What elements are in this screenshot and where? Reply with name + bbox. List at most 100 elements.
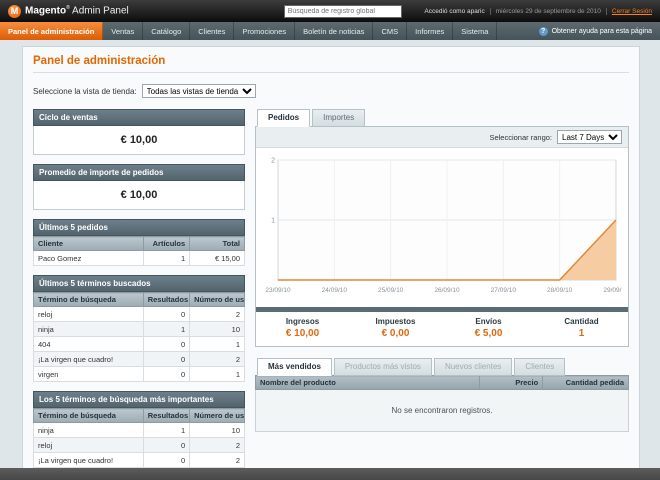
global-search-input[interactable] bbox=[283, 4, 402, 18]
cell-resultados: 1 bbox=[142, 321, 191, 337]
table-row[interactable]: ninja 1 10 bbox=[33, 422, 245, 438]
totals-bar: Ingresos € 10,00 Impuestos € 0,00 Envíos… bbox=[256, 307, 628, 346]
table-row[interactable]: ninja 1 10 bbox=[33, 321, 245, 337]
lifetime-sales-box: Ciclo de ventas € 10,00 bbox=[33, 109, 245, 155]
cell-cliente: Paco Gomez bbox=[33, 250, 144, 266]
table-row[interactable]: ¡La virgen que cuadro! 0 2 bbox=[33, 351, 245, 367]
total-label: Ingresos bbox=[285, 317, 320, 326]
nav-item-system[interactable]: Sistema bbox=[453, 22, 498, 40]
svg-text:26/09/10: 26/09/10 bbox=[434, 287, 460, 294]
help-icon: ? bbox=[538, 26, 548, 36]
cell-usos: 1 bbox=[189, 336, 245, 352]
chart-panel: Seleccionar rango: Last 7 Days 1 2 23/09/1… bbox=[255, 126, 629, 347]
total-impuestos: Impuestos € 0,00 bbox=[349, 312, 442, 346]
main-nav: Panel de administración Ventas Catálogo … bbox=[0, 22, 660, 40]
help-link[interactable]: ? Obtener ayuda para esta página bbox=[531, 22, 660, 40]
cell-resultados: 1 bbox=[142, 422, 191, 438]
average-orders-box: Promedio de importe de pedidos € 10,00 bbox=[33, 164, 245, 210]
logo-brand: Magento bbox=[25, 5, 67, 17]
footer-bar bbox=[0, 468, 660, 480]
lifetime-sales-title: Ciclo de ventas bbox=[33, 109, 245, 126]
page-title: Panel de administración bbox=[33, 55, 629, 73]
nav-item-promotions[interactable]: Promociones bbox=[234, 22, 296, 40]
logo-text: Magento® Admin Panel bbox=[25, 5, 129, 16]
cell-resultados: 0 bbox=[142, 306, 191, 322]
tab-productos-mas-vistos[interactable]: Productos más vistos bbox=[333, 358, 432, 376]
cell-resultados: 0 bbox=[142, 351, 191, 367]
last-search-terms-box: Últimos 5 términos buscados Término de b… bbox=[33, 275, 245, 382]
column-header-cantidad-pedida: Cantidad pedida bbox=[542, 375, 629, 390]
column-header-termino: Término de búsqueda bbox=[33, 292, 144, 307]
tab-nuevos-clientes[interactable]: Nuevos clientes bbox=[433, 358, 513, 376]
tab-mas-vendidos[interactable]: Más vendidos bbox=[257, 358, 332, 376]
nav-item-catalog[interactable]: Catálogo bbox=[143, 22, 191, 40]
nav-item-cms[interactable]: CMS bbox=[373, 22, 408, 40]
cell-termino: ¡La virgen que cuadro! bbox=[33, 452, 144, 468]
svg-text:1: 1 bbox=[271, 218, 275, 225]
cell-usos: 2 bbox=[189, 437, 245, 453]
dashboard-sidebar: Ciclo de ventas € 10,00 Promedio de impo… bbox=[33, 109, 245, 480]
empty-message: No se encontraron registros. bbox=[255, 389, 629, 432]
cell-termino: ¡La virgen que cuadro! bbox=[33, 351, 144, 367]
top-header: M Magento® Admin Panel Accedió como apar… bbox=[0, 0, 660, 22]
logo-trademark: ® bbox=[66, 5, 70, 12]
total-envios: Envíos € 5,00 bbox=[442, 312, 535, 346]
logo-subtitle: Admin Panel bbox=[72, 5, 129, 17]
tab-importes[interactable]: Importes bbox=[312, 109, 366, 127]
store-view-label: Seleccione la vista de tienda: bbox=[33, 86, 137, 96]
tab-pedidos[interactable]: Pedidos bbox=[257, 109, 311, 127]
range-row: Seleccionar rango: Last 7 Days bbox=[256, 127, 628, 148]
magento-admin-window: M Magento® Admin Panel Accedió como apar… bbox=[0, 0, 660, 480]
cell-termino: 404 bbox=[33, 336, 144, 352]
total-label: Cantidad bbox=[564, 317, 599, 326]
column-header-cliente: Cliente bbox=[33, 236, 144, 251]
column-header-resultados: Resultados bbox=[142, 292, 191, 307]
svg-text:24/09/10: 24/09/10 bbox=[322, 287, 348, 294]
total-value: 1 bbox=[578, 328, 585, 339]
cell-total: € 15,00 bbox=[189, 250, 245, 266]
total-value: € 5,00 bbox=[474, 328, 503, 339]
dashboard-columns: Ciclo de ventas € 10,00 Promedio de impo… bbox=[33, 109, 629, 480]
top-search-terms-title: Los 5 términos de búsqueda más important… bbox=[33, 391, 245, 408]
average-orders-value: € 10,00 bbox=[33, 181, 245, 210]
cell-termino: reloj bbox=[33, 437, 144, 453]
header-row: Término de búsqueda Resultados Número de… bbox=[33, 292, 245, 307]
cell-usos: 2 bbox=[189, 351, 245, 367]
last-orders-title: Últimos 5 pedidos bbox=[33, 219, 245, 236]
nav-item-dashboard[interactable]: Panel de administración bbox=[0, 22, 104, 40]
column-header-total: Total bbox=[189, 236, 245, 251]
lifetime-sales-value: € 10,00 bbox=[33, 126, 245, 155]
nav-item-reports[interactable]: Informes bbox=[407, 22, 454, 40]
logout-link[interactable]: Cerrar Sesión bbox=[605, 7, 652, 15]
top-search-terms-box: Los 5 términos de búsqueda más important… bbox=[33, 391, 245, 480]
empty-row: No se encontraron registros. bbox=[255, 389, 629, 432]
tab-clientes[interactable]: Clientes bbox=[514, 358, 566, 376]
range-label: Seleccionar rango: bbox=[489, 132, 552, 142]
store-view-select[interactable]: Todas las vistas de tienda bbox=[141, 84, 256, 98]
last-orders-box: Últimos 5 pedidos Cliente Artículos Tota… bbox=[33, 219, 245, 266]
column-header-nombre-producto: Nombre del producto bbox=[255, 375, 480, 390]
magento-logo[interactable]: M Magento® Admin Panel bbox=[8, 4, 129, 18]
cell-resultados: 0 bbox=[142, 366, 191, 382]
nav-item-sales[interactable]: Ventas bbox=[103, 22, 144, 40]
current-date-text: miércoles 29 de septiembre de 2010 bbox=[489, 7, 601, 15]
cell-usos: 10 bbox=[189, 422, 245, 438]
nav-item-customers[interactable]: Clientes bbox=[190, 22, 235, 40]
table-row[interactable]: 404 0 1 bbox=[33, 336, 245, 352]
range-select[interactable]: Last 7 Days bbox=[557, 130, 622, 144]
nav-item-newsletter[interactable]: Boletín de noticias bbox=[295, 22, 374, 40]
cell-resultados: 0 bbox=[142, 437, 191, 453]
cell-usos: 10 bbox=[189, 321, 245, 337]
column-header-usos: Número de usos bbox=[189, 292, 245, 307]
table-row[interactable]: ¡La virgen que cuadro! 0 2 bbox=[33, 452, 245, 468]
logged-in-as-text: Accedió como aparic bbox=[424, 7, 485, 15]
orders-area-chart: 1 2 23/09/10 24/09/10 25/09/10 26/09/10 27/09/… bbox=[262, 154, 629, 301]
svg-text:27/09/10: 27/09/10 bbox=[491, 287, 517, 294]
table-row[interactable]: virgen 0 1 bbox=[33, 366, 245, 382]
help-label: Obtener ayuda para esta página bbox=[551, 27, 652, 35]
table-row[interactable]: reloj 0 2 bbox=[33, 306, 245, 322]
cell-articulos: 1 bbox=[142, 250, 191, 266]
table-row[interactable]: Paco Gomez 1 € 15,00 bbox=[33, 250, 245, 266]
products-table: Nombre del producto Precio Cantidad pedi… bbox=[255, 375, 629, 432]
table-row[interactable]: reloj 0 2 bbox=[33, 437, 245, 453]
